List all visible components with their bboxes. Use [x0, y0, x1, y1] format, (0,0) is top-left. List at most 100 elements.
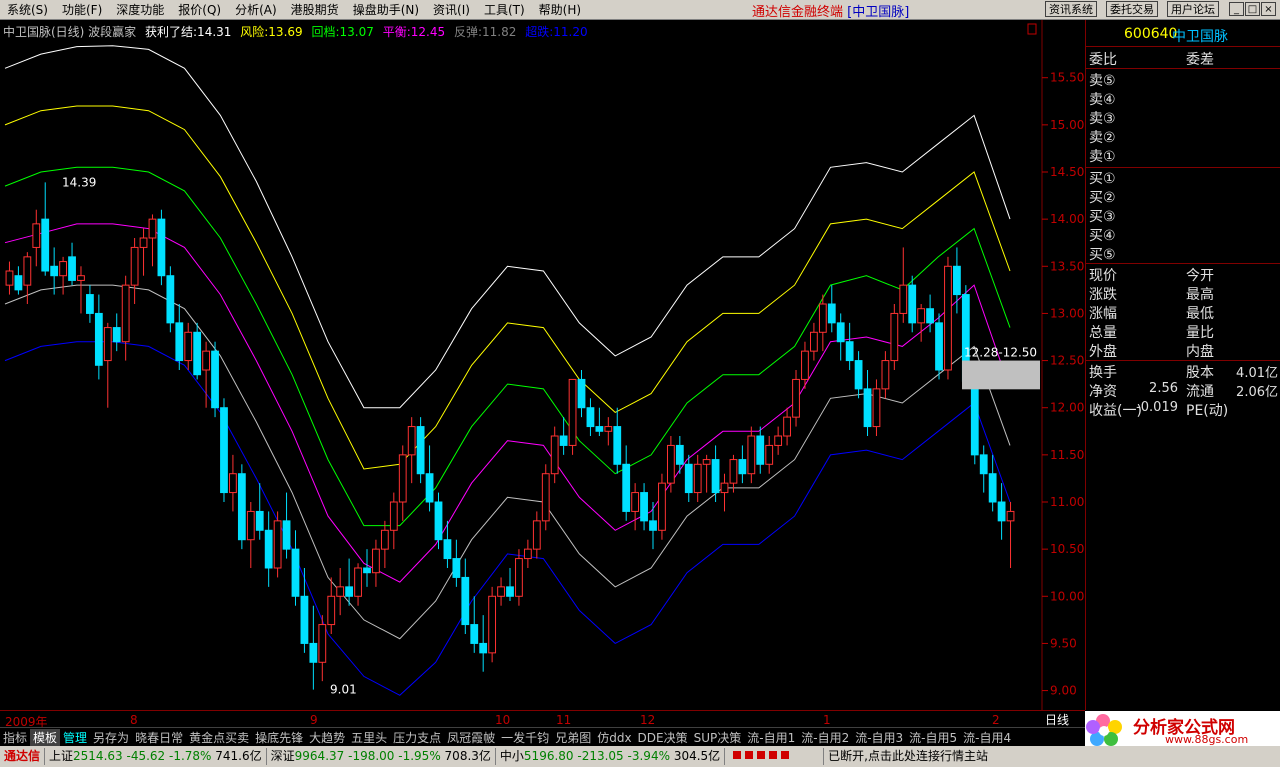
- candle-body: [166, 275, 175, 324]
- price-tick-label: 12.00: [1050, 401, 1084, 415]
- menu-item-6[interactable]: 操盘助手(N): [346, 1, 426, 18]
- tab-20[interactable]: 流-自用4: [960, 729, 1014, 746]
- high-annotation: 14.39: [62, 175, 96, 189]
- tab-3[interactable]: 另存为: [90, 729, 132, 746]
- candle-body: [979, 454, 988, 475]
- chart-background: [0, 20, 1085, 710]
- period-label[interactable]: 日线: [1045, 711, 1069, 728]
- panel-divider: [1086, 360, 1280, 361]
- menu-item-1[interactable]: 功能(F): [55, 1, 109, 18]
- quote-field-label: 涨跌: [1089, 287, 1117, 303]
- tab-7[interactable]: 大趋势: [306, 729, 348, 746]
- tab-2[interactable]: 管理: [60, 729, 90, 746]
- menu-item-5[interactable]: 港股期货: [284, 1, 346, 18]
- menu-item-9[interactable]: 帮助(H): [532, 1, 588, 18]
- candle-body: [50, 265, 59, 277]
- candle-body: [470, 624, 479, 644]
- tab-15[interactable]: SUP决策: [691, 729, 745, 746]
- candle-body: [756, 435, 765, 465]
- menu-item-8[interactable]: 工具(T): [477, 1, 532, 18]
- tab-0[interactable]: 指标: [0, 729, 30, 746]
- quote-field-label: 内盘: [1186, 344, 1214, 360]
- sh-volume: 741.6亿: [215, 749, 262, 763]
- buy-level-label: 买④: [1089, 228, 1116, 244]
- menu-item-0[interactable]: 系统(S): [0, 1, 55, 18]
- close-icon[interactable]: ×: [1261, 2, 1276, 16]
- candle-body: [32, 223, 41, 248]
- candle-body: [416, 426, 425, 475]
- candle-body: [407, 426, 416, 456]
- tab-16[interactable]: 流-自用1: [744, 729, 798, 746]
- tab-6[interactable]: 操底先锋: [252, 729, 306, 746]
- trade-button[interactable]: 委托交易: [1106, 1, 1158, 17]
- connection-status[interactable]: 已断开,点击此处连接行情主站: [824, 748, 992, 765]
- minimize-icon[interactable]: _: [1229, 2, 1244, 16]
- tab-10[interactable]: 凤冠霞帔: [444, 729, 498, 746]
- tab-8[interactable]: 五里头: [348, 729, 390, 746]
- candle-body: [765, 444, 774, 465]
- sz-index[interactable]: 深证9964.37 -198.00 -1.95% 708.3亿: [267, 748, 496, 765]
- price-tick-label: 13.00: [1050, 306, 1084, 320]
- sell-level-label: 卖③: [1089, 111, 1116, 127]
- sell-level-label: 卖⑤: [1089, 73, 1116, 89]
- candle-body: [264, 529, 273, 569]
- tab-5[interactable]: 黄金点买卖: [186, 729, 252, 746]
- price-tick-label: 9.00: [1050, 684, 1077, 698]
- sh-index[interactable]: 上证2514.63 -45.62 -1.78% 741.6亿: [45, 748, 267, 765]
- time-label: 9: [310, 713, 318, 727]
- menu-item-2[interactable]: 深度功能: [109, 1, 171, 18]
- candle-body: [354, 567, 362, 597]
- candle-body: [220, 407, 228, 494]
- maximize-icon[interactable]: □: [1245, 2, 1260, 16]
- candle-body: [327, 595, 336, 626]
- candle-body: [255, 510, 264, 531]
- quote-field-label: 量比: [1186, 325, 1214, 341]
- stat-label: 股本: [1186, 365, 1214, 381]
- candle-body: [157, 218, 166, 277]
- candle-body: [148, 218, 157, 239]
- candle-body: [836, 322, 845, 343]
- candle-body: [970, 380, 979, 456]
- info-system-button[interactable]: 资讯系统: [1045, 1, 1097, 17]
- price-tick-label: 10.00: [1050, 589, 1084, 603]
- weibi-label: 委比: [1089, 52, 1117, 68]
- candle-body: [738, 459, 747, 475]
- candle-body: [211, 350, 219, 409]
- quote-field-label: 外盘: [1089, 344, 1117, 360]
- price-tick-label: 13.50: [1050, 259, 1084, 273]
- candle-body: [613, 426, 622, 465]
- candle-body: [68, 256, 76, 281]
- candle-body: [577, 378, 586, 409]
- candle-body: [237, 473, 246, 541]
- tab-14[interactable]: DDE决策: [635, 729, 691, 746]
- chart-canvas[interactable]: 15.50 15.00 14.50 14.00 13.50 13.00 12.50 12.00…: [0, 20, 1085, 710]
- sh-pct: -1.78%: [169, 749, 212, 763]
- candle-body: [5, 270, 14, 286]
- menu-item-7[interactable]: 资讯(I): [426, 1, 477, 18]
- tab-19[interactable]: 流-自用5: [906, 729, 960, 746]
- tab-11[interactable]: 一发千钧: [498, 729, 552, 746]
- price-tick-label: 15.00: [1050, 118, 1084, 132]
- candle-body: [532, 520, 541, 550]
- logo-url: www.88gs.com: [1165, 733, 1249, 746]
- zx-index[interactable]: 中小5196.80 -213.05 -3.94% 304.5亿: [496, 748, 726, 765]
- candle-body: [336, 586, 345, 597]
- menu-item-4[interactable]: 分析(A): [228, 1, 284, 18]
- forum-button[interactable]: 用户论坛: [1167, 1, 1219, 17]
- candle-body: [854, 360, 863, 390]
- kline-chart[interactable]: 15.50 15.00 14.50 14.00 13.50 13.00 12.50 12.00…: [0, 20, 1085, 710]
- sell-level-label: 卖①: [1089, 149, 1116, 165]
- tab-18[interactable]: 流-自用3: [852, 729, 906, 746]
- menu-item-3[interactable]: 报价(Q): [171, 1, 228, 18]
- tab-9[interactable]: 压力支点: [390, 729, 444, 746]
- tab-1[interactable]: 模板: [30, 728, 61, 746]
- tab-4[interactable]: 晓春日常: [132, 729, 186, 746]
- candle-body: [523, 548, 532, 560]
- tab-17[interactable]: 流-自用2: [798, 729, 852, 746]
- candle-body: [77, 275, 85, 281]
- stat-label: 流通: [1186, 384, 1214, 400]
- tab-12[interactable]: 兄弟图: [552, 729, 594, 746]
- zx-label: 中小: [499, 749, 524, 763]
- tab-13[interactable]: 仿ddx: [594, 729, 634, 746]
- legend-item-balance: 平衡:12.45: [382, 25, 446, 39]
